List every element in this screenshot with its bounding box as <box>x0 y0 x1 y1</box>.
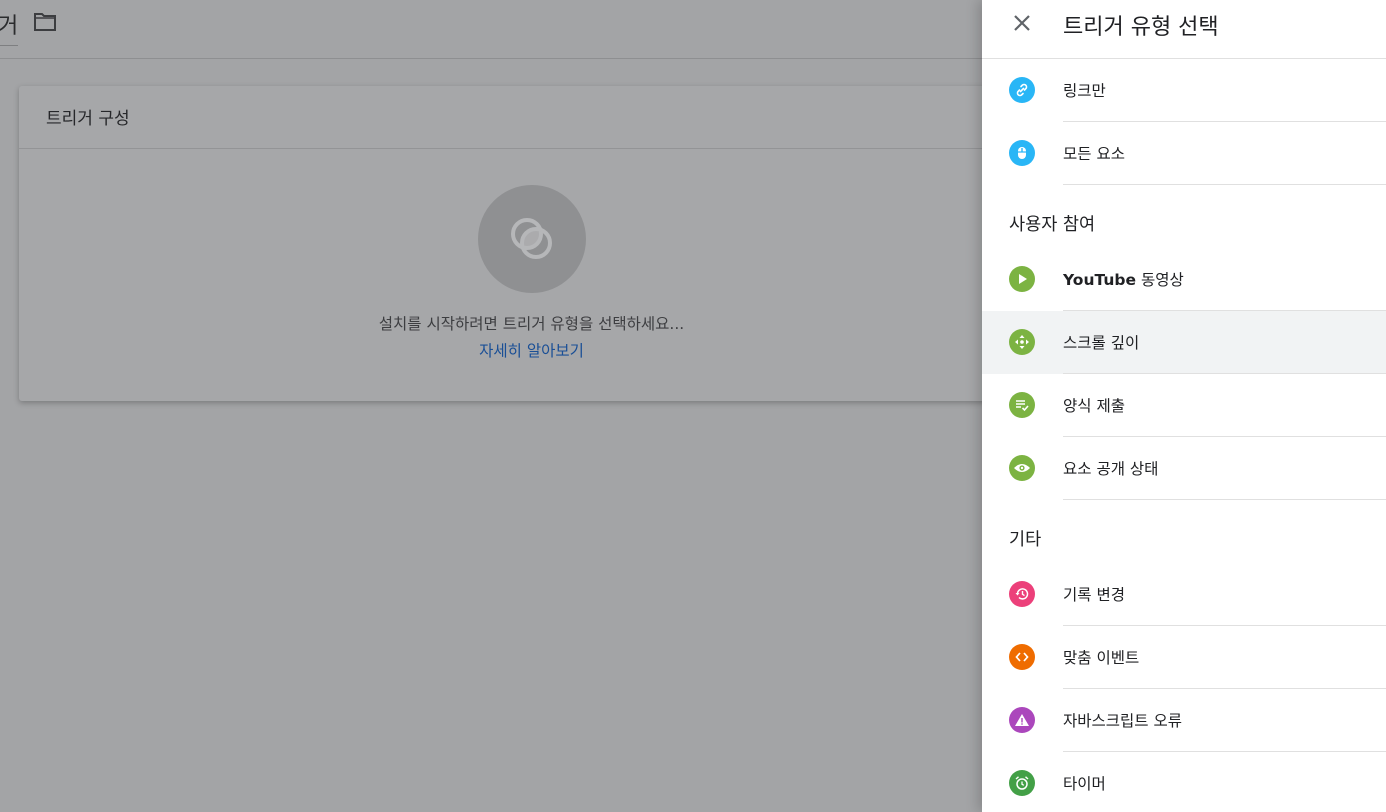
trigger-item-label: 모든 요소 <box>1063 145 1125 163</box>
trigger-item-label: 맞춤 이벤트 <box>1063 649 1140 667</box>
code-icon <box>1009 644 1035 670</box>
trigger-item-youtube-video[interactable]: YouTube 동영상 <box>982 248 1386 311</box>
link-icon <box>1009 77 1035 103</box>
page-title[interactable]: 거 <box>0 8 19 46</box>
panel-title: 트리거 유형 선택 <box>1063 15 1219 40</box>
trigger-item-label: 스크롤 깊이 <box>1063 334 1140 352</box>
alarm-icon <box>1009 770 1035 796</box>
scroll-icon <box>1009 329 1035 355</box>
divider <box>1063 184 1386 185</box>
warning-icon <box>1009 707 1035 733</box>
eye-icon <box>1009 455 1035 481</box>
trigger-item-all-elements[interactable]: 모든 요소 <box>982 122 1386 185</box>
hint-text: 설치를 시작하려면 트리거 유형을 선택하세요... <box>378 315 685 333</box>
trigger-type-panel: 트리거 유형 선택 링크만 모든 요소 사용자 참여 YouTube 동영상 스… <box>982 0 1386 812</box>
section-heading-engagement: 사용자 참여 <box>1009 215 1096 235</box>
mouse-icon <box>1009 140 1035 166</box>
trigger-item-label: 기록 변경 <box>1063 586 1125 604</box>
form-icon <box>1009 392 1035 418</box>
history-icon <box>1009 581 1035 607</box>
panel-header: 트리거 유형 선택 <box>982 0 1386 59</box>
divider <box>1063 499 1386 500</box>
video-label: 동영상 <box>1140 271 1184 289</box>
trigger-item-label: 타이머 <box>1063 775 1106 793</box>
trigger-item-history-change[interactable]: 기록 변경 <box>982 563 1386 626</box>
trigger-item-form-submit[interactable]: 양식 제출 <box>982 374 1386 437</box>
trigger-item-links-only[interactable]: 링크만 <box>982 59 1386 122</box>
folder-icon[interactable] <box>33 12 57 32</box>
trigger-config-card: 트리거 구성 설치를 시작하려면 트리거 유형을 선택하세요... 자세히 알아… <box>19 86 1119 401</box>
trigger-item-javascript-error[interactable]: 자바스크립트 오류 <box>982 689 1386 752</box>
trigger-item-label: 양식 제출 <box>1063 397 1125 415</box>
card-title: 트리거 구성 <box>19 86 1119 149</box>
learn-more-link[interactable]: 자세히 알아보기 <box>19 339 1044 361</box>
section-heading-other: 기타 <box>1009 530 1042 550</box>
trigger-item-label: 자바스크립트 오류 <box>1063 712 1183 730</box>
trigger-item-custom-event[interactable]: 맞춤 이벤트 <box>982 626 1386 689</box>
trigger-item-element-visibility[interactable]: 요소 공개 상태 <box>982 437 1386 500</box>
trigger-placeholder[interactable] <box>478 185 586 293</box>
trigger-overlap-icon <box>511 218 552 259</box>
trigger-item-scroll-depth[interactable]: 스크롤 깊이 <box>982 311 1386 374</box>
close-icon[interactable] <box>1010 11 1034 35</box>
youtube-label: YouTube <box>1063 271 1136 289</box>
trigger-item-label: YouTube 동영상 <box>1063 268 1184 290</box>
trigger-item-timer[interactable]: 타이머 <box>982 752 1386 812</box>
trigger-item-label: 링크만 <box>1063 82 1106 100</box>
trigger-item-label: 요소 공개 상태 <box>1063 460 1159 478</box>
play-icon <box>1009 266 1035 292</box>
